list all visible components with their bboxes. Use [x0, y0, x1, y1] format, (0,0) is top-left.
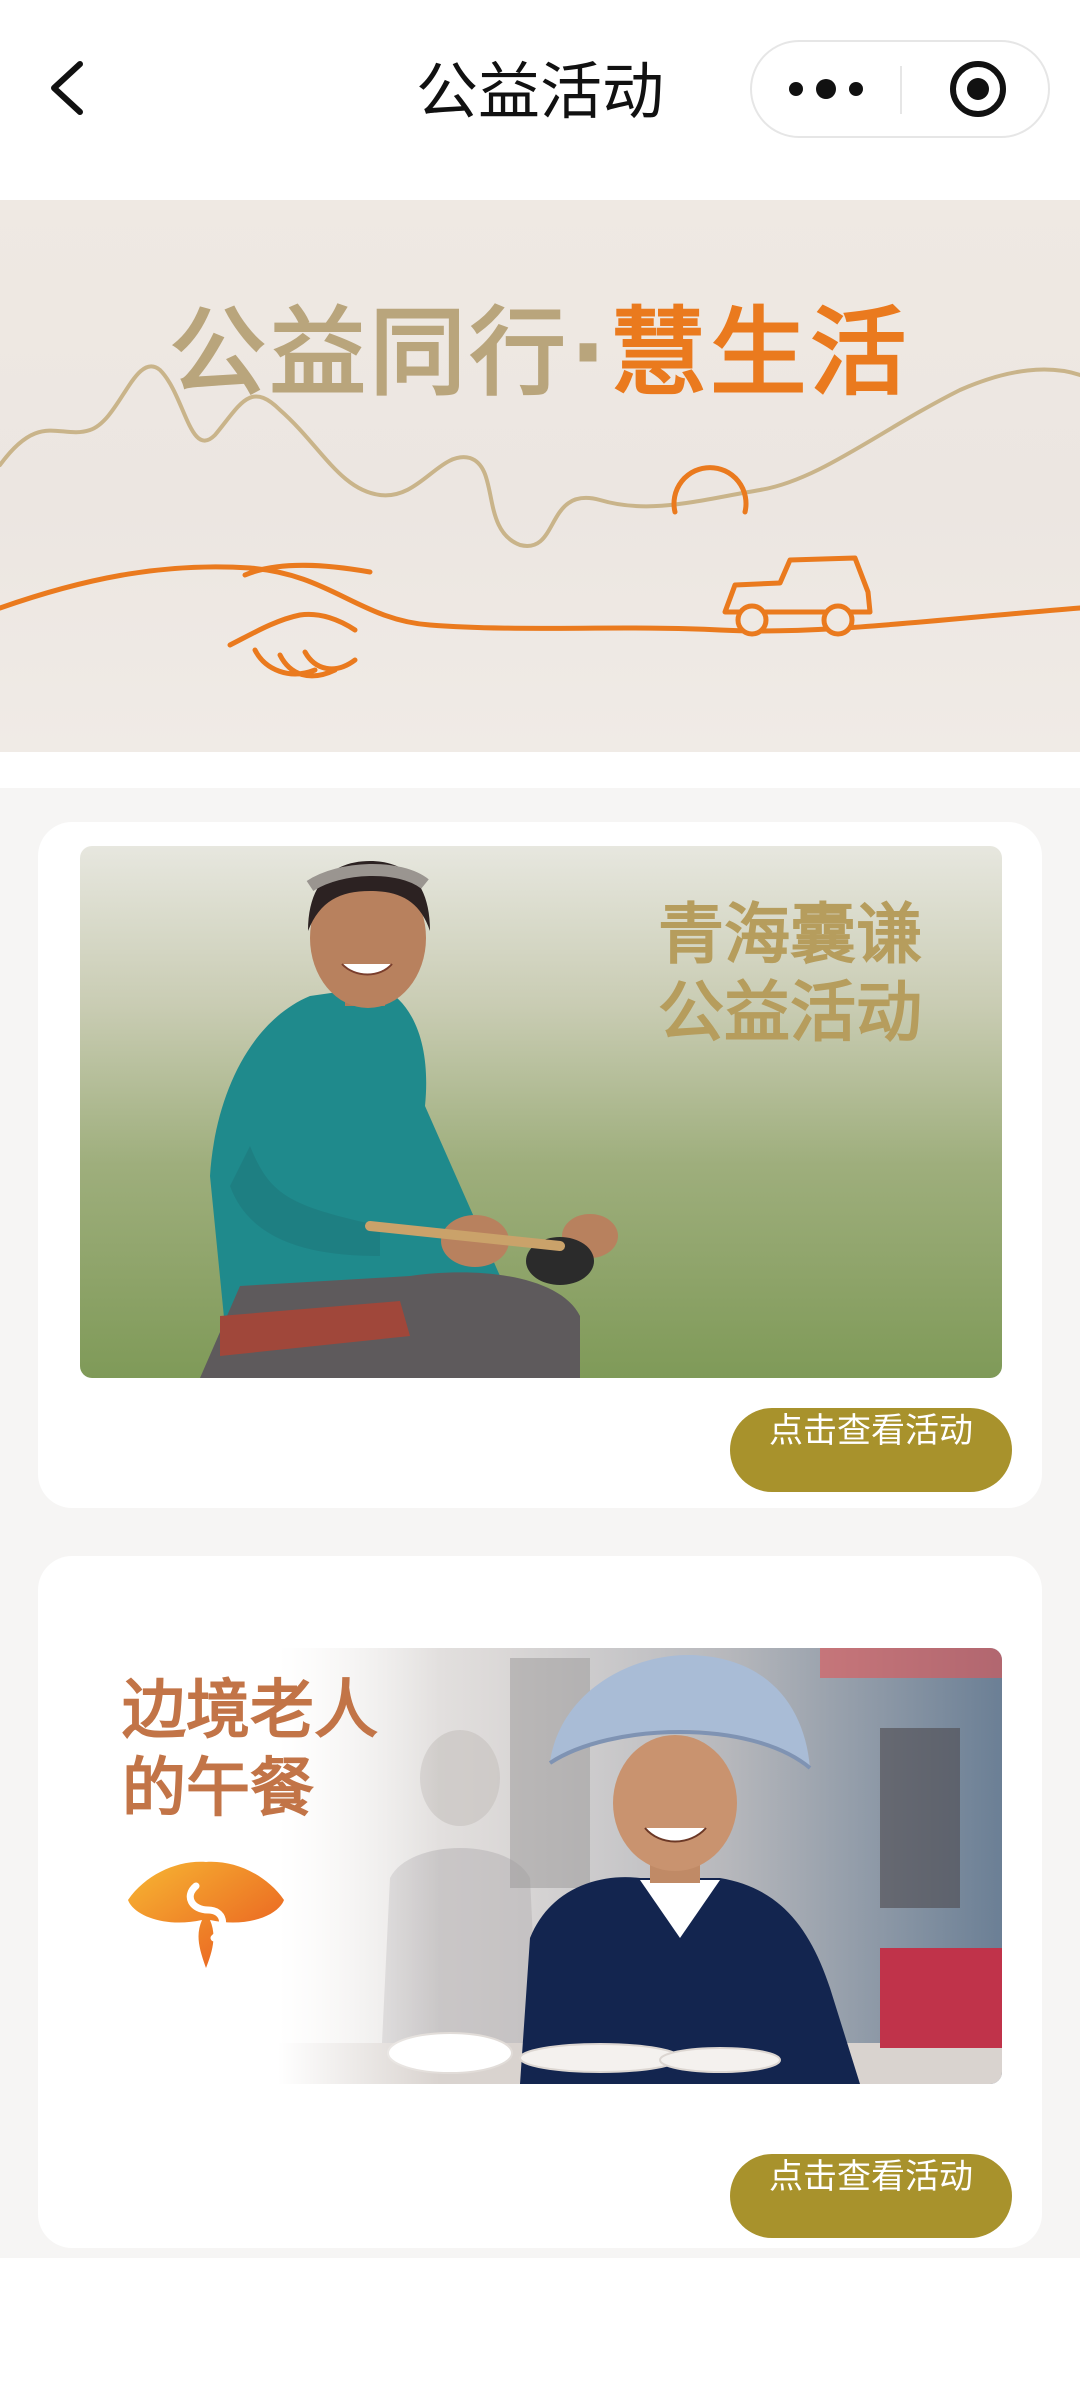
activity-photo: 青海囊谦 公益活动: [80, 846, 1002, 1378]
ginkgo-leaf-logo: [128, 1861, 284, 1968]
banner-title: 公益同行·慧生活: [0, 275, 1080, 414]
activity-title-line2: 的午餐: [122, 1752, 314, 1826]
activity-card[interactable]: 青海囊谦 公益活动 点击查看活动: [38, 822, 1042, 1508]
activity-list: 青海囊谦 公益活动 点击查看活动 边境老人 的午餐 点击查看活动: [0, 788, 1080, 2258]
more-dots-icon: [789, 79, 863, 99]
activity-title-line1: 边境老人: [122, 1674, 378, 1748]
activity-title-line1: 青海囊谦: [658, 896, 922, 973]
banner-title-part2: 慧生活: [610, 297, 911, 409]
view-activity-button[interactable]: 点击查看活动: [730, 1408, 1012, 1492]
activity-title: 边境老人 的午餐: [122, 1672, 378, 1828]
activity-card[interactable]: 边境老人 的午餐 点击查看活动: [38, 1556, 1042, 2248]
view-activity-button[interactable]: 点击查看活动: [730, 2154, 1012, 2238]
activity-title-line2: 公益活动: [658, 974, 922, 1051]
navigation-bar: 公益活动: [0, 0, 1080, 190]
more-button[interactable]: [752, 42, 900, 136]
banner-title-part1: 公益同行·: [169, 297, 611, 409]
mini-program-capsule: [750, 40, 1050, 138]
activity-title: 青海囊谦 公益活动: [658, 896, 922, 1052]
target-circle-icon: [950, 61, 1006, 117]
close-button[interactable]: [902, 42, 1048, 136]
hero-banner: 公益同行·慧生活: [0, 200, 1080, 752]
